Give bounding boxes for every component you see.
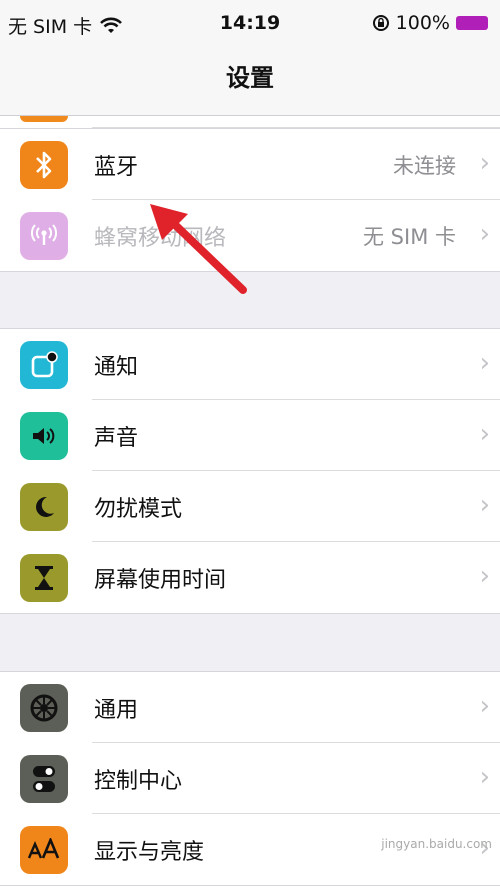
chevron-right-icon: ›: [479, 419, 490, 449]
gear-icon: [20, 684, 68, 732]
status-bar: 无 SIM 卡 14:19 100%: [0, 0, 500, 50]
toggle-icon: [20, 755, 68, 803]
bluetooth-icon: [20, 141, 68, 189]
partial-row-above: [0, 116, 500, 128]
settings-row-value: 未连接: [393, 154, 456, 178]
settings-row-sounds[interactable]: 声音 ›: [0, 400, 500, 471]
chevron-right-icon: ›: [479, 691, 490, 721]
notification-icon: [20, 341, 68, 389]
speaker-icon: [20, 412, 68, 460]
page-title: 设置: [226, 64, 274, 92]
settings-row-label: 勿扰模式: [94, 497, 183, 522]
settings-group-general: 通用 › 控制中心 › 显示与亮度 ›: [0, 671, 500, 886]
settings-row-label: 屏幕使用时间: [94, 568, 227, 593]
partial-row-icon: [20, 116, 68, 122]
battery-percent: 100%: [395, 12, 450, 34]
chevron-right-icon: ›: [479, 561, 490, 591]
battery-icon: [456, 16, 488, 30]
settings-row-label: 蓝牙: [94, 155, 139, 180]
settings-row-label: 通用: [94, 698, 139, 723]
settings-row-bluetooth[interactable]: 蓝牙 未连接 ›: [0, 129, 500, 200]
orientation-lock-icon: [372, 15, 389, 31]
settings-group-notifications: 通知 › 声音 › 勿扰模式 › 屏幕使用时间 ›: [0, 328, 500, 614]
settings-row-do-not-disturb[interactable]: 勿扰模式 ›: [0, 471, 500, 542]
settings-row-value: 无 SIM 卡: [363, 225, 456, 249]
settings-row-cellular[interactable]: 蜂窝移动网络 无 SIM 卡 ›: [0, 200, 500, 271]
chevron-right-icon: ›: [479, 148, 490, 178]
settings-row-control-center[interactable]: 控制中心 ›: [0, 743, 500, 814]
settings-row-general[interactable]: 通用 ›: [0, 672, 500, 743]
chevron-right-icon: ›: [479, 219, 490, 249]
nav-bar: 设置: [0, 50, 500, 116]
text-size-icon: [20, 826, 68, 874]
settings-row-label: 蜂窝移动网络: [94, 226, 227, 251]
settings-row-screen-time[interactable]: 屏幕使用时间 ›: [0, 542, 500, 613]
settings-group-connectivity: 蓝牙 未连接 › 蜂窝移动网络 无 SIM 卡 ›: [0, 128, 500, 272]
chevron-right-icon: ›: [479, 348, 490, 378]
settings-row-label: 显示与亮度: [94, 840, 205, 865]
settings-row-label: 通知: [94, 355, 139, 380]
settings-row-label: 控制中心: [94, 769, 183, 794]
settings-row-notifications[interactable]: 通知 ›: [0, 329, 500, 400]
chevron-right-icon: ›: [479, 762, 490, 792]
hourglass-icon: [20, 554, 68, 602]
moon-icon: [20, 483, 68, 531]
cellular-antenna-icon: [20, 212, 68, 260]
chevron-right-icon: ›: [479, 490, 490, 520]
watermark: jingyan.baidu.com: [381, 837, 492, 851]
status-bar-right: 100%: [372, 12, 488, 34]
settings-row-label: 声音: [94, 426, 139, 451]
